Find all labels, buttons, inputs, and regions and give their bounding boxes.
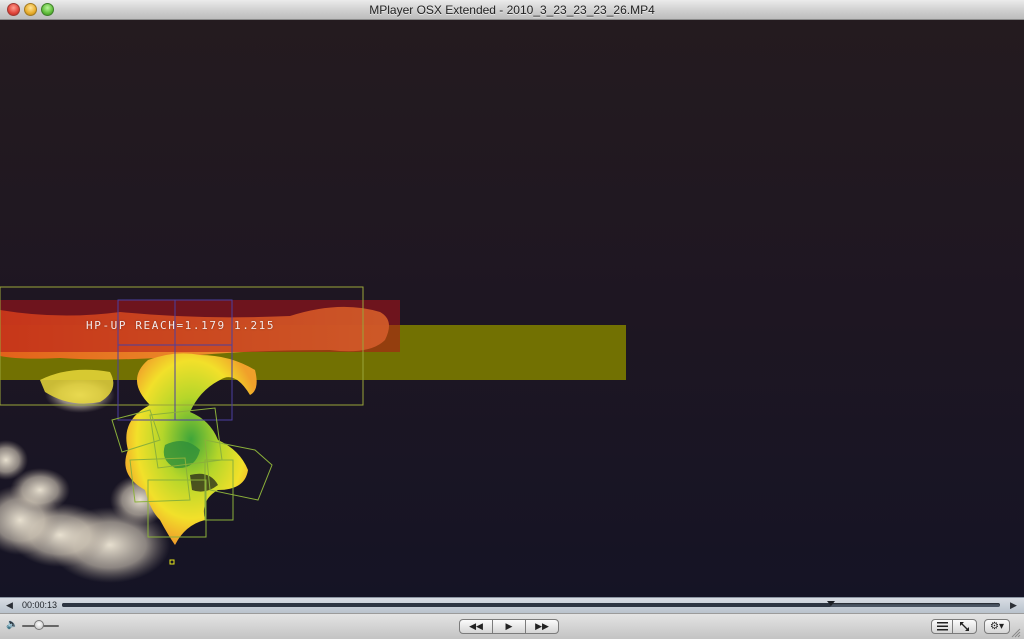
playlist-button[interactable] xyxy=(931,619,953,634)
seek-knob[interactable] xyxy=(827,601,836,606)
resize-grip-icon[interactable] xyxy=(1011,628,1021,638)
fast-forward-button[interactable]: ▶▶ xyxy=(525,619,559,634)
play-icon: ▶ xyxy=(505,621,513,631)
playlist-icon xyxy=(936,622,948,631)
fast-forward-icon: ▶▶ xyxy=(535,621,549,631)
fullscreen-icon xyxy=(960,622,969,631)
rewind-button[interactable]: ◀◀ xyxy=(459,619,493,634)
seek-slider[interactable] xyxy=(62,603,1000,607)
title-bar: MPlayer OSX Extended - 2010_3_23_23_23_2… xyxy=(0,0,1024,20)
hitbox-info-text: HP-UP REACH=1.179 1.215 xyxy=(86,319,276,332)
control-bar: 🔈 ◀◀ ▶ ▶▶ ⚙▾ xyxy=(0,613,1024,639)
step-forward-icon[interactable]: ▶ xyxy=(1010,601,1017,610)
video-frame[interactable]: HP-UP REACH=1.179 1.215 xyxy=(0,20,1024,597)
settings-button[interactable]: ⚙▾ xyxy=(984,619,1010,634)
fullscreen-button[interactable] xyxy=(952,619,977,634)
step-back-icon[interactable]: ◀ xyxy=(6,601,13,610)
seek-bar: ◀ 00:00:13 ▶ xyxy=(0,597,1024,613)
window-title: MPlayer OSX Extended - 2010_3_23_23_23_2… xyxy=(369,3,655,17)
play-button[interactable]: ▶ xyxy=(492,619,526,634)
transport-controls: ◀◀ ▶ ▶▶ xyxy=(459,619,559,635)
speaker-icon[interactable]: 🔈 xyxy=(6,619,18,630)
time-display: 00:00:13 xyxy=(22,600,58,610)
rewind-icon: ◀◀ xyxy=(469,621,483,631)
gear-icon: ⚙▾ xyxy=(990,621,1004,632)
volume-knob[interactable] xyxy=(33,620,44,630)
seek-progress xyxy=(62,603,832,607)
video-content xyxy=(0,286,626,583)
